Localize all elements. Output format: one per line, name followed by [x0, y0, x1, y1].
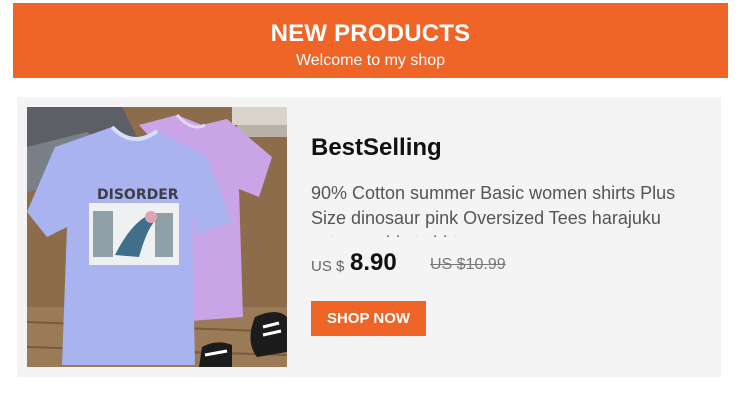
- price-currency: US $: [311, 258, 345, 275]
- print-text: DISORDER: [97, 187, 179, 203]
- product-image[interactable]: DISORDER: [27, 107, 287, 367]
- shop-now-button[interactable]: SHOP NOW: [311, 301, 426, 336]
- banner-title: NEW PRODUCTS: [270, 20, 471, 47]
- price-row: US $ 8.90 US $10.99: [311, 247, 691, 281]
- new-products-banner: NEW PRODUCTS Welcome to my shop: [13, 3, 728, 78]
- product-heading: BestSelling: [311, 134, 442, 161]
- banner-subtitle: Welcome to my shop: [295, 52, 446, 69]
- product-description: 90% Cotton summer Basic women shirts Plu…: [311, 183, 676, 237]
- product-description-clip: 90% Cotton summer Basic women shirts Plu…: [311, 181, 696, 237]
- sale-price: 8.90: [350, 249, 397, 276]
- original-price: US $10.99: [430, 256, 506, 273]
- product-card: DISORDER BestSelling 90% Cotton summer B…: [17, 97, 721, 377]
